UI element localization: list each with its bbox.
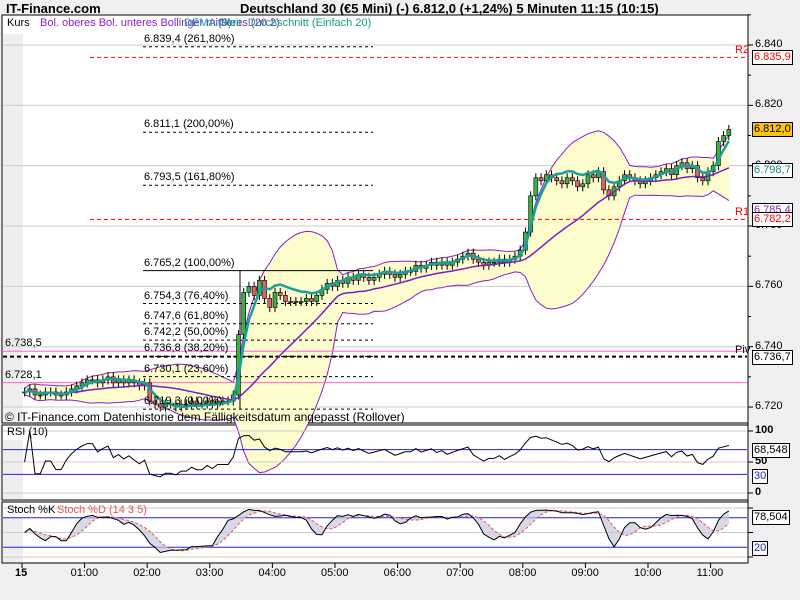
stoch-d-title: Stoch %D (14 3 5) [57, 504, 147, 516]
candle-body [392, 273, 398, 278]
x-tick-label: 08:00 [508, 567, 537, 579]
value-box: 6.835,9 [752, 50, 793, 66]
y-tick-label: 6.760 [755, 279, 783, 292]
fib-label: 6.765,2 (100,00%) [144, 256, 235, 269]
pivot-label-R1: R1 [735, 206, 750, 219]
candle-body [721, 135, 726, 142]
x-tick-label: 11:00 [696, 567, 724, 579]
candle-body [241, 292, 246, 335]
pivot-label-R2: R2 [735, 44, 750, 57]
y-tick-label: 6.840 [755, 38, 783, 50]
fib-label: 6.730,1 (23,60%) [144, 362, 229, 375]
candle-body [251, 286, 257, 296]
candle-body [533, 177, 539, 197]
fib-label: 6.811,1 (200,00%) [144, 118, 234, 131]
legend-kurs: Kurs [7, 17, 30, 29]
candle-body [246, 286, 252, 293]
value-box: 6.782,2 [752, 212, 793, 228]
fib-label: 6.742,2 (50,00%) [144, 326, 229, 339]
candle-body [272, 292, 278, 308]
x-tick-label: 02:00 [133, 567, 161, 579]
candle-body [491, 261, 497, 264]
legend-sma: Gleit. Durchschnitt (Einfach 20) [219, 17, 372, 29]
value-box: 6.798,7 [752, 162, 793, 178]
pink-level-label: 6.728,1 [5, 368, 42, 381]
x-tick-label: 05:00 [321, 567, 349, 579]
candle-body [371, 277, 377, 281]
candle-body [288, 301, 293, 303]
rsi-tick-label: 0 [755, 486, 762, 498]
pivot-label-Piv: Piv [735, 343, 751, 356]
stoch-level-box: 20 [752, 541, 769, 556]
value-box: 6.736,7 [752, 349, 793, 365]
x-tick-label: 04:00 [258, 567, 286, 579]
candle-body [590, 174, 596, 179]
candle-body [267, 298, 273, 308]
candle-body [538, 177, 544, 182]
candle-body [283, 295, 288, 302]
candle-body [554, 177, 560, 182]
fib-label: 6.754,3 (76,40%) [144, 289, 229, 302]
candle-body [397, 273, 403, 278]
fib-label: 6.747,6 (61,80%) [144, 309, 229, 322]
candle-body [575, 180, 580, 188]
candle-body [303, 298, 309, 302]
candle-body [570, 177, 575, 182]
rsi-shade [3, 440, 23, 499]
fib-label: 6.793,5 (161,80%) [144, 171, 235, 184]
candle-body [309, 298, 314, 302]
stoch-k-title: Stoch %K [7, 504, 56, 516]
candle-body [564, 177, 570, 185]
fib-label: 6.736,8 (38,20%) [144, 342, 229, 355]
rsi-value-box: 68,548 [752, 443, 790, 458]
candle-body [277, 292, 283, 296]
rsi-tick-label: 100 [755, 424, 774, 436]
fib-label: 6.719,3 (0,00%) [144, 395, 223, 408]
rsi-level-box: 30 [752, 469, 769, 484]
pink-level-label: 6.738,5 [5, 337, 42, 350]
candle-body [476, 258, 481, 263]
rsi-title: RSI (10) [7, 426, 48, 438]
x-tick-label: 09:00 [571, 567, 599, 579]
stoch-shade [3, 518, 23, 562]
candle-body [366, 277, 372, 281]
candle-body [293, 301, 299, 303]
x-tick-label: 15 [15, 567, 28, 579]
x-tick-label: 01:00 [70, 567, 99, 579]
x-tick-label: 07:00 [446, 567, 474, 579]
footer-note: © IT-Finance.com Datenhistorie dem Fälli… [5, 410, 405, 424]
history-shade [3, 34, 23, 422]
chart-window: IT-Finance.com Deutschland 30 (€5 Mini) … [0, 0, 800, 600]
candle-body [585, 174, 591, 185]
candle-body [580, 183, 586, 188]
fib-label: 6.839,4 (261,80%) [144, 32, 235, 45]
candle-body [314, 295, 320, 302]
candle-body [726, 129, 732, 136]
y-tick-label: 6.820 [755, 98, 783, 111]
x-tick-label: 03:00 [195, 567, 224, 579]
stoch-value-box: 78,504 [752, 510, 790, 525]
x-tick-label: 10:00 [634, 567, 662, 579]
candle-body [298, 301, 304, 303]
candle-body [37, 394, 43, 397]
y-tick-label: 6.720 [755, 400, 783, 413]
candle-body [559, 180, 565, 185]
candle-body [700, 177, 706, 182]
x-tick-label: 06:00 [383, 567, 412, 579]
value-box: 6.812,0 [752, 122, 793, 138]
